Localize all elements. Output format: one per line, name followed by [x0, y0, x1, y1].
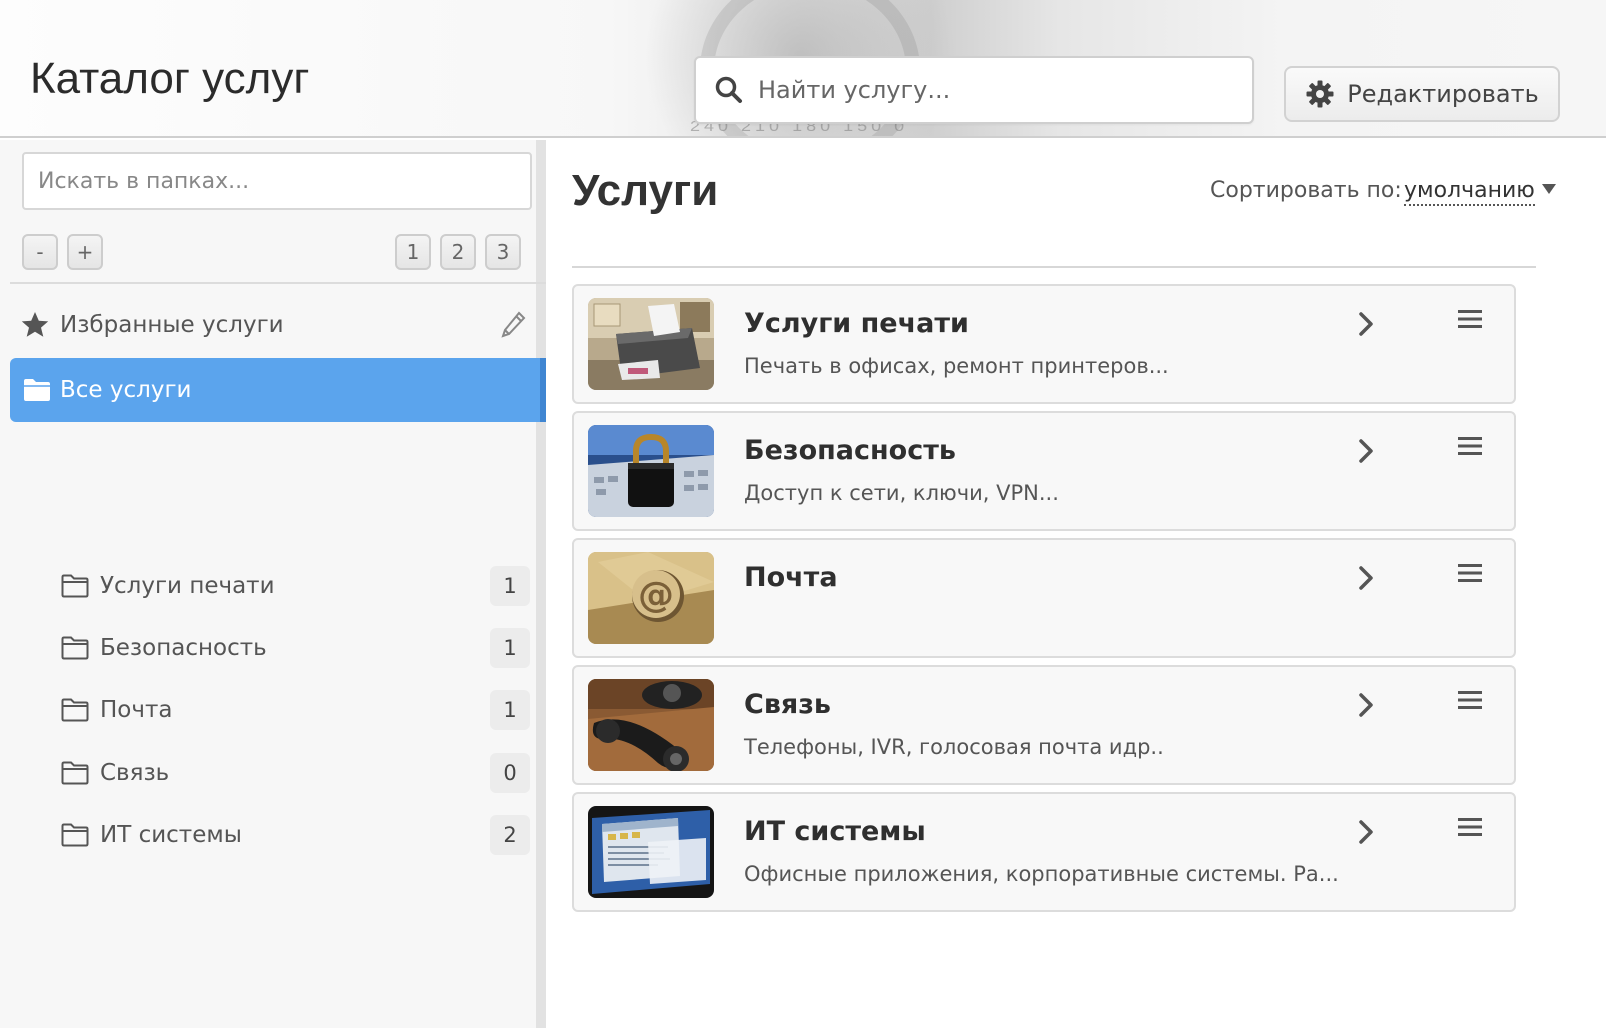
page-title: Услуги	[572, 166, 719, 215]
computer-screen-image	[588, 806, 714, 898]
count-badge: 1	[490, 628, 530, 668]
sidebar-item-label: Избранные услуги	[60, 312, 284, 338]
pencil-icon[interactable]	[500, 310, 526, 340]
service-card-description: Доступ к сети, ключи, VPN...	[744, 481, 1059, 505]
chevron-right-icon[interactable]	[1354, 310, 1378, 338]
count-badge: 2	[490, 815, 530, 855]
drag-handle-icon[interactable]	[1456, 816, 1484, 838]
sidebar-item-favorites[interactable]: Избранные услуги	[20, 300, 526, 350]
padlock-image	[588, 425, 714, 517]
sidebar-divider	[10, 282, 546, 284]
main-content: Услуги Сортировать по: умолчанию Услуги …	[556, 140, 1606, 1028]
email-at-image: @	[588, 552, 714, 644]
sort-dropdown[interactable]: умолчанию	[1404, 178, 1535, 206]
sidebar-item-mail[interactable]: Почта 1	[60, 684, 530, 736]
service-card-description: Телефоны, IVR, голосовая почта идр..	[744, 735, 1164, 759]
service-card-security[interactable]: Безопасность Доступ к сети, ключи, VPN..…	[572, 411, 1516, 531]
sidebar-item-label: Связь	[100, 760, 170, 786]
folder-open-icon	[22, 377, 52, 403]
service-card-mail[interactable]: @ Почта	[572, 538, 1516, 658]
level-1-button[interactable]: 1	[395, 234, 431, 270]
svg-text:@: @	[638, 575, 674, 616]
sidebar-item-security[interactable]: Безопасность 1	[60, 622, 530, 674]
folder-icon	[60, 697, 90, 723]
folder-icon	[60, 573, 90, 599]
level-2-button[interactable]: 2	[440, 234, 476, 270]
caret-down-icon[interactable]	[1542, 184, 1556, 194]
sidebar-item-label: ИТ системы	[100, 822, 242, 848]
main-divider	[572, 266, 1536, 268]
chevron-right-icon[interactable]	[1354, 818, 1378, 846]
gear-icon	[1305, 79, 1335, 109]
printer-image	[588, 298, 714, 390]
star-icon	[20, 310, 50, 340]
search-icon	[714, 75, 744, 105]
sidebar: - + 1 2 3 Избранные услуги Все услуги	[0, 140, 546, 1028]
expand-all-button[interactable]: +	[67, 234, 103, 270]
chevron-right-icon[interactable]	[1354, 691, 1378, 719]
app-title: Каталог услуг	[30, 54, 310, 103]
chevron-right-icon[interactable]	[1354, 564, 1378, 592]
edit-button-label: Редактировать	[1347, 80, 1539, 108]
folder-search-box[interactable]	[22, 152, 532, 210]
service-search-box[interactable]	[694, 56, 1254, 124]
folder-icon	[60, 635, 90, 661]
drag-handle-icon[interactable]	[1456, 689, 1484, 711]
service-search-input[interactable]	[758, 76, 1218, 104]
service-card-communication[interactable]: Связь Телефоны, IVR, голосовая почта идр…	[572, 665, 1516, 785]
service-card-title: ИТ системы	[744, 816, 926, 847]
sidebar-item-printing[interactable]: Услуги печати 1	[60, 560, 530, 612]
telephone-image	[588, 679, 714, 771]
service-card-title: Безопасность	[744, 435, 956, 466]
service-card-title: Услуги печати	[744, 308, 969, 339]
sidebar-item-all-services[interactable]: Все услуги	[10, 358, 546, 422]
sort-label: Сортировать по:	[1210, 178, 1402, 203]
service-card-it-systems[interactable]: ИТ системы Офисные приложения, корпорати…	[572, 792, 1516, 912]
header: 240 210 180 150 0 Каталог услуг Найти ус…	[0, 0, 1606, 138]
chevron-right-icon[interactable]	[1354, 437, 1378, 465]
count-badge: 1	[490, 690, 530, 730]
collapse-all-button[interactable]: -	[22, 234, 58, 270]
count-badge: 0	[490, 753, 530, 793]
service-card-description: Офисные приложения, корпоративные систем…	[744, 862, 1339, 886]
folder-search-input[interactable]	[38, 168, 518, 194]
drag-handle-icon[interactable]	[1456, 435, 1484, 457]
count-badge: 1	[490, 566, 530, 606]
folder-icon	[60, 760, 90, 786]
sidebar-item-label: Почта	[100, 697, 173, 723]
service-card-printing[interactable]: Услуги печати Печать в офисах, ремонт пр…	[572, 284, 1516, 404]
sidebar-item-label: Безопасность	[100, 635, 267, 661]
service-card-description: Печать в офисах, ремонт принтеров...	[744, 354, 1169, 378]
sidebar-item-communication[interactable]: Связь 0	[60, 747, 530, 799]
sidebar-item-label: Услуги печати	[100, 573, 275, 599]
folder-icon	[60, 822, 90, 848]
drag-handle-icon[interactable]	[1456, 562, 1484, 584]
drag-handle-icon[interactable]	[1456, 308, 1484, 330]
service-card-title: Связь	[744, 689, 831, 720]
edit-button[interactable]: Редактировать	[1284, 66, 1560, 122]
sidebar-item-label: Все услуги	[60, 377, 192, 403]
service-card-title: Почта	[744, 562, 838, 593]
level-3-button[interactable]: 3	[485, 234, 521, 270]
sidebar-item-it-systems[interactable]: ИТ системы 2	[60, 809, 530, 861]
